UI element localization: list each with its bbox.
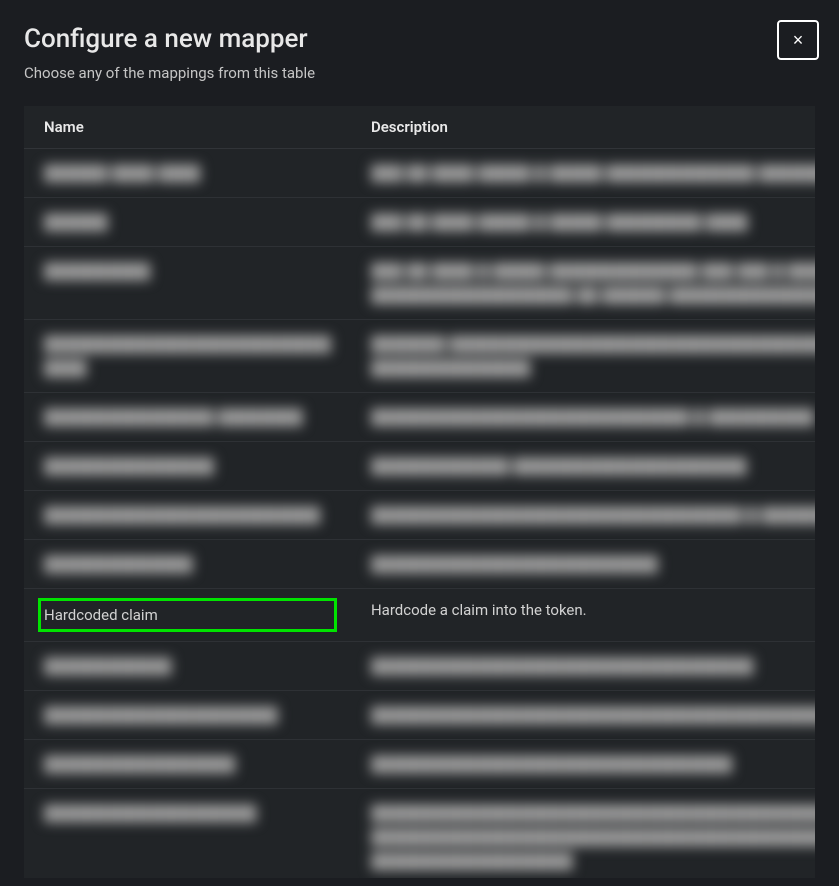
table-row[interactable]: ██████ ████ ███████ ██ ████ █████ █ ████…	[24, 149, 815, 198]
mapper-modal: × Configure a new mapper Choose any of t…	[0, 0, 839, 886]
modal-title: Configure a new mapper	[24, 24, 815, 54]
mapper-description-cell: Hardcode a claim into the token.	[351, 589, 815, 642]
table-row[interactable]: ████████████████████████████████████████…	[24, 491, 815, 540]
mapper-name-cell: ███████████████████████████ ████	[24, 320, 351, 393]
table-row[interactable]: █████████ ██ ████ █████ █ █████ ████████…	[24, 198, 815, 247]
table-row[interactable]: ████████████████████████████████████████…	[24, 642, 815, 691]
mapper-description-cell: ███ ██ ████ █ █████ ██████████████ ███ █…	[351, 247, 815, 320]
mapper-description-cell: ███████████████████████████████████ █ ██…	[351, 491, 815, 540]
table-row[interactable]: Hardcoded claimHardcode a claim into the…	[24, 589, 815, 642]
mapper-description-cell: ███ ██ ████ █████ █ █████ ██████████████…	[351, 149, 815, 198]
table-row[interactable]: ███████████████████████████ ███████████ …	[24, 320, 815, 393]
close-button[interactable]: ×	[777, 20, 819, 60]
close-icon: ×	[793, 30, 804, 51]
mapper-name-cell: ████████████████████	[24, 789, 351, 879]
mapper-name-cell: Hardcoded claim	[24, 589, 351, 642]
mapper-table: Name Description ██████ ████ ███████ ██ …	[24, 106, 815, 878]
table-row[interactable]: ████████████████████████████████████████…	[24, 789, 815, 879]
mapper-name-cell: ██████████████████	[24, 740, 351, 789]
mapper-description-cell: █████████████ ██████████████████████	[351, 442, 815, 491]
mapper-name-cell: ██████████████	[24, 540, 351, 589]
mapper-table-scroll[interactable]: Name Description ██████ ████ ███████ ██ …	[24, 106, 815, 878]
mapper-description-cell: ████████████████████████████████████	[351, 642, 815, 691]
table-header-row: Name Description	[24, 106, 815, 149]
table-row[interactable]: ████████████████████████████████████████…	[24, 691, 815, 740]
mapper-description-cell: ██████████████████████████████████	[351, 740, 815, 789]
mapper-name-cell: ██████████████████████████	[24, 491, 351, 540]
mapper-name-cell: ██████████████████████	[24, 691, 351, 740]
mapper-description-cell: ███████████████████████████	[351, 540, 815, 589]
mapper-description-cell: ████████████████████████████████████████…	[351, 691, 815, 740]
mapper-name-cell: ██████████	[24, 247, 351, 320]
mapper-name-cell: ████████████████ ████████	[24, 393, 351, 442]
column-header-description: Description	[351, 106, 815, 149]
mapper-name-cell: ████████████████	[24, 442, 351, 491]
mapper-description-cell: ███████ ████████████████████████████████…	[351, 320, 815, 393]
table-row[interactable]: █████████████████████████████ ██████████…	[24, 442, 815, 491]
column-header-name: Name	[24, 106, 351, 149]
mapper-name-cell: ████████████	[24, 642, 351, 691]
table-row[interactable]: ████████████████████████████████████████…	[24, 540, 815, 589]
table-row[interactable]: █████████████ ██ ████ █ █████ ██████████…	[24, 247, 815, 320]
mapper-description-cell: ██████████████████████████████ █ ███████…	[351, 393, 815, 442]
modal-subtitle: Choose any of the mappings from this tab…	[24, 64, 815, 82]
mapper-description-cell: ███ ██ ████ █████ █ █████ █████████ ████	[351, 198, 815, 247]
table-row[interactable]: ████████████████ ███████████████████████…	[24, 393, 815, 442]
mapper-name-cell: ██████ ████ ████	[24, 149, 351, 198]
mapper-description-cell: ████████████████████████████████████████…	[351, 789, 815, 879]
table-row[interactable]: ████████████████████████████████████████…	[24, 740, 815, 789]
mapper-name-cell: ██████	[24, 198, 351, 247]
